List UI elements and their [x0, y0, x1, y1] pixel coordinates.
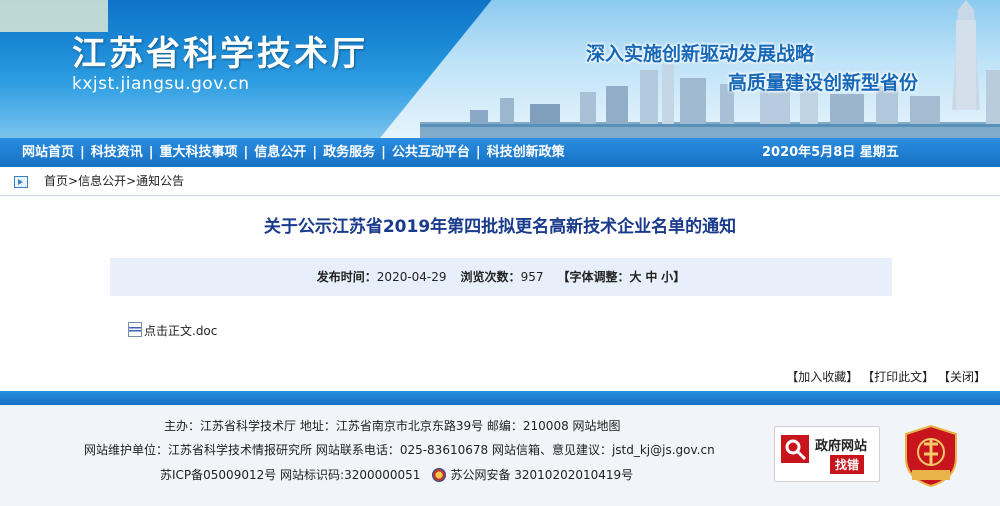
site-banner: 江苏省科学技术厅 kxjst.jiangsu.gov.cn 深入实施创新驱动发展…: [0, 0, 1000, 138]
print-article-button[interactable]: 【打印此文】: [862, 370, 934, 384]
footer-line-registration: 苏ICP备05009012号 网站标识码:3200000051 苏公网安备 320…: [160, 466, 633, 483]
gov-badge-title: 政府网站: [815, 439, 868, 454]
breadcrumb-info-disclosure[interactable]: 信息公开: [78, 174, 126, 188]
site-title: 江苏省科学技术厅: [72, 34, 368, 74]
slogan-line-1: 深入实施创新驱动发展战略: [586, 43, 815, 65]
article-meta: 发布时间：2020-04-29 浏览次数：957 【字体调整：大 中 小】: [110, 258, 892, 296]
footer-line-maintainer: 网站维护单位：江苏省科学技术情报研究所 网站联系电话：025-83610678 …: [84, 443, 715, 457]
nav-separator: |: [80, 145, 85, 160]
main-nav: 网站首页 | 科技资讯 | 重大科技事项 | 信息公开 | 政务服务 | 公共互动平台 | 科技创新政策…: [0, 138, 1000, 167]
nav-item-info-disclosure[interactable]: 信息公开: [254, 145, 306, 160]
current-date: 2020年5月8日 星期五: [762, 145, 899, 160]
breadcrumb: 首页>信息公开>通知公告: [44, 167, 184, 195]
view-count: 957: [520, 270, 544, 284]
slogan-line-2: 高质量建设创新型省份: [728, 72, 919, 94]
attachment-filename[interactable]: 点击正文.doc: [144, 324, 217, 338]
nav-separator: |: [475, 145, 481, 160]
nav-separator: |: [312, 145, 318, 160]
font-size-small[interactable]: 小: [661, 270, 673, 284]
magnifier-icon: [781, 435, 809, 463]
breadcrumb-home[interactable]: 首页: [44, 174, 68, 188]
font-adjust-close: 】: [673, 270, 686, 284]
nav-item-major-projects[interactable]: 重大科技事项: [160, 145, 238, 160]
publish-label: 发布时间：: [316, 270, 377, 284]
article-tools: 【加入收藏】 【打印此文】 【关闭】: [786, 368, 986, 385]
breadcrumb-bar: 首页>信息公开>通知公告: [0, 167, 1000, 196]
icp-record[interactable]: 苏ICP备05009012号 网站标识码:3200000051: [160, 468, 420, 482]
nav-separator: |: [381, 145, 386, 160]
close-button[interactable]: 【关闭】: [938, 370, 986, 384]
font-adjust-label: 【字体调整：: [557, 270, 630, 284]
footer-divider: [0, 391, 1000, 405]
police-record[interactable]: 苏公网安备 32010202010419号: [450, 468, 633, 482]
party-gov-agency-emblem-icon[interactable]: [902, 424, 960, 488]
breadcrumb-separator: >: [68, 174, 79, 188]
word-doc-icon: [128, 322, 142, 337]
breadcrumb-notices[interactable]: 通知公告: [136, 174, 184, 188]
site-domain: kxjst.jiangsu.gov.cn: [72, 74, 250, 94]
police-badge-icon: [432, 468, 447, 482]
font-size-medium[interactable]: 中: [645, 270, 657, 284]
nav-separator: |: [243, 145, 249, 160]
gov-badge-action: 找错: [830, 455, 865, 474]
attachment-link[interactable]: 点击正文.doc: [128, 322, 217, 339]
font-size-large[interactable]: 大: [629, 270, 641, 284]
nav-item-innovation-policy[interactable]: 科技创新政策: [487, 145, 565, 160]
footer-line-sponsor: 主办：江苏省科学技术厅 地址：江苏省南京市北京东路39号 邮编：210008 网…: [164, 419, 621, 433]
add-favorite-button[interactable]: 【加入收藏】: [786, 370, 858, 384]
nav-item-home[interactable]: 网站首页: [22, 145, 74, 160]
publish-date: 2020-04-29: [376, 270, 447, 284]
nav-item-tech-news[interactable]: 科技资讯: [91, 145, 143, 160]
breadcrumb-separator: >: [126, 174, 137, 188]
nav-item-gov-services[interactable]: 政务服务: [323, 145, 375, 160]
arrow-box-icon: [14, 176, 28, 188]
article-title: 关于公示江苏省2019年第四批拟更名高新技术企业名单的通知: [263, 217, 737, 237]
nav-items: 网站首页 | 科技资讯 | 重大科技事项 | 信息公开 | 政务服务 | 公共互动平台 | 科技创新政策: [22, 138, 565, 167]
gov-website-error-report-badge[interactable]: 政府网站 找错: [774, 426, 880, 482]
views-label: 浏览次数：: [460, 270, 521, 284]
nav-item-public-interaction[interactable]: 公共互动平台: [392, 145, 470, 160]
nav-separator: |: [148, 145, 154, 160]
